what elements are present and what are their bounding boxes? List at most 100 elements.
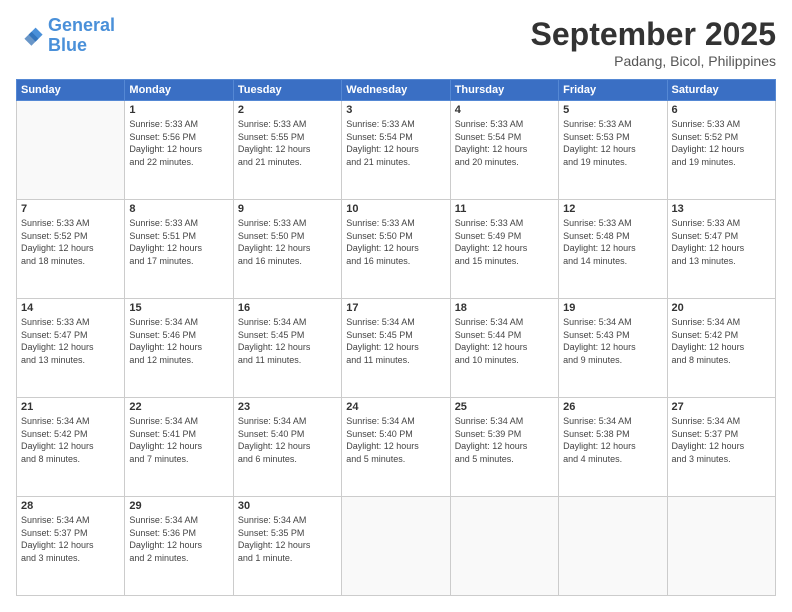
day-number: 20 — [672, 302, 771, 314]
week-row-3: 14Sunrise: 5:33 AM Sunset: 5:47 PM Dayli… — [17, 299, 776, 398]
calendar-cell: 3 Sunrise: 5:33 AM Sunset: 5:54 PM Daylig… — [342, 101, 450, 200]
day-number: 22 — [129, 401, 228, 413]
day-number: 24 — [346, 401, 445, 413]
day-info: Sunrise: 5:34 AM Sunset: 5:37 PM Dayligh… — [672, 415, 771, 465]
page: General Blue September 2025 Padang, Bico… — [0, 0, 792, 612]
day-info: Sunrise: 5:34 AM Sunset: 5:37 PM Dayligh… — [21, 514, 120, 564]
day-number: 5 — [563, 104, 662, 116]
calendar-cell: 27 Sunrise: 5:34 AM Sunset: 5:37 PM Dayli… — [667, 398, 775, 497]
weekday-header-sunday: Sunday — [17, 80, 125, 101]
day-info: Sunrise: 5:33 AM Sunset: 5:50 PM Dayligh… — [238, 217, 337, 267]
day-info: Sunrise: 5:34 AM Sunset: 5:36 PM Dayligh… — [129, 514, 228, 564]
day-info: Sunrise: 5:34 AM Sunset: 5:40 PM Dayligh… — [346, 415, 445, 465]
calendar-cell — [17, 101, 125, 200]
week-row-1: 1 Sunrise: 5:33 AM Sunset: 5:56 PM Daylig… — [17, 101, 776, 200]
month-title: September 2025 — [531, 16, 776, 53]
day-number: 2 — [238, 104, 337, 116]
day-info: Sunrise: 5:33 AM Sunset: 5:51 PM Dayligh… — [129, 217, 228, 267]
day-info: Sunrise: 5:34 AM Sunset: 5:42 PM Dayligh… — [672, 316, 771, 366]
day-number: 13 — [672, 203, 771, 215]
day-info: Sunrise: 5:34 AM Sunset: 5:46 PM Dayligh… — [129, 316, 228, 366]
header: General Blue September 2025 Padang, Bico… — [16, 16, 776, 69]
calendar-cell: 6Sunrise: 5:33 AM Sunset: 5:52 PM Daylig… — [667, 101, 775, 200]
week-row-5: 28 Sunrise: 5:34 AM Sunset: 5:37 PM Dayli… — [17, 497, 776, 596]
logo-general: General — [48, 15, 115, 35]
day-info: Sunrise: 5:33 AM Sunset: 5:56 PM Dayligh… — [129, 118, 228, 168]
title-block: September 2025 Padang, Bicol, Philippine… — [531, 16, 776, 69]
day-number: 23 — [238, 401, 337, 413]
day-number: 1 — [129, 104, 228, 116]
day-number: 4 — [455, 104, 554, 116]
location: Padang, Bicol, Philippines — [531, 53, 776, 69]
day-number: 8 — [129, 203, 228, 215]
calendar-cell: 20 Sunrise: 5:34 AM Sunset: 5:42 PM Dayli… — [667, 299, 775, 398]
day-number: 9 — [238, 203, 337, 215]
weekday-header-wednesday: Wednesday — [342, 80, 450, 101]
calendar-cell: 13 Sunrise: 5:33 AM Sunset: 5:47 PM Dayli… — [667, 200, 775, 299]
calendar-cell: 24 Sunrise: 5:34 AM Sunset: 5:40 PM Dayli… — [342, 398, 450, 497]
calendar-cell: 9 Sunrise: 5:33 AM Sunset: 5:50 PM Daylig… — [233, 200, 341, 299]
day-info: Sunrise: 5:34 AM Sunset: 5:45 PM Dayligh… — [238, 316, 337, 366]
weekday-header-row: SundayMondayTuesdayWednesdayThursdayFrid… — [17, 80, 776, 101]
day-info: Sunrise: 5:34 AM Sunset: 5:35 PM Dayligh… — [238, 514, 337, 564]
calendar-cell: 5 Sunrise: 5:33 AM Sunset: 5:53 PM Daylig… — [559, 101, 667, 200]
weekday-header-monday: Monday — [125, 80, 233, 101]
day-number: 16 — [238, 302, 337, 314]
day-number: 3 — [346, 104, 445, 116]
day-info: Sunrise: 5:34 AM Sunset: 5:42 PM Dayligh… — [21, 415, 120, 465]
day-info: Sunrise: 5:34 AM Sunset: 5:45 PM Dayligh… — [346, 316, 445, 366]
calendar-cell: 26 Sunrise: 5:34 AM Sunset: 5:38 PM Dayli… — [559, 398, 667, 497]
calendar-cell: 28 Sunrise: 5:34 AM Sunset: 5:37 PM Dayli… — [17, 497, 125, 596]
calendar-cell: 25 Sunrise: 5:34 AM Sunset: 5:39 PM Dayli… — [450, 398, 558, 497]
weekday-header-saturday: Saturday — [667, 80, 775, 101]
day-number: 10 — [346, 203, 445, 215]
calendar-cell: 8 Sunrise: 5:33 AM Sunset: 5:51 PM Daylig… — [125, 200, 233, 299]
calendar-cell: 29 Sunrise: 5:34 AM Sunset: 5:36 PM Dayli… — [125, 497, 233, 596]
day-info: Sunrise: 5:34 AM Sunset: 5:39 PM Dayligh… — [455, 415, 554, 465]
day-info: Sunrise: 5:33 AM Sunset: 5:55 PM Dayligh… — [238, 118, 337, 168]
weekday-header-friday: Friday — [559, 80, 667, 101]
day-number: 18 — [455, 302, 554, 314]
calendar-cell — [667, 497, 775, 596]
day-number: 26 — [563, 401, 662, 413]
week-row-2: 7Sunrise: 5:33 AM Sunset: 5:52 PM Daylig… — [17, 200, 776, 299]
day-info: Sunrise: 5:33 AM Sunset: 5:54 PM Dayligh… — [346, 118, 445, 168]
day-info: Sunrise: 5:33 AM Sunset: 5:47 PM Dayligh… — [672, 217, 771, 267]
logo: General Blue — [16, 16, 115, 56]
calendar-cell: 30Sunrise: 5:34 AM Sunset: 5:35 PM Dayli… — [233, 497, 341, 596]
day-info: Sunrise: 5:33 AM Sunset: 5:52 PM Dayligh… — [672, 118, 771, 168]
calendar-cell: 10 Sunrise: 5:33 AM Sunset: 5:50 PM Dayli… — [342, 200, 450, 299]
calendar-cell: 11Sunrise: 5:33 AM Sunset: 5:49 PM Dayli… — [450, 200, 558, 299]
day-number: 19 — [563, 302, 662, 314]
day-info: Sunrise: 5:33 AM Sunset: 5:53 PM Dayligh… — [563, 118, 662, 168]
calendar-cell — [559, 497, 667, 596]
week-row-4: 21Sunrise: 5:34 AM Sunset: 5:42 PM Dayli… — [17, 398, 776, 497]
calendar-cell — [450, 497, 558, 596]
day-number: 28 — [21, 500, 120, 512]
calendar-cell: 22 Sunrise: 5:34 AM Sunset: 5:41 PM Dayli… — [125, 398, 233, 497]
calendar-cell: 19 Sunrise: 5:34 AM Sunset: 5:43 PM Dayli… — [559, 299, 667, 398]
calendar-cell: 4Sunrise: 5:33 AM Sunset: 5:54 PM Daylig… — [450, 101, 558, 200]
calendar-cell: 2 Sunrise: 5:33 AM Sunset: 5:55 PM Daylig… — [233, 101, 341, 200]
day-info: Sunrise: 5:33 AM Sunset: 5:49 PM Dayligh… — [455, 217, 554, 267]
logo-icon — [16, 22, 44, 50]
calendar-cell: 23Sunrise: 5:34 AM Sunset: 5:40 PM Dayli… — [233, 398, 341, 497]
calendar-cell: 15Sunrise: 5:34 AM Sunset: 5:46 PM Dayli… — [125, 299, 233, 398]
day-number: 29 — [129, 500, 228, 512]
day-info: Sunrise: 5:33 AM Sunset: 5:48 PM Dayligh… — [563, 217, 662, 267]
day-info: Sunrise: 5:33 AM Sunset: 5:50 PM Dayligh… — [346, 217, 445, 267]
day-info: Sunrise: 5:34 AM Sunset: 5:41 PM Dayligh… — [129, 415, 228, 465]
day-number: 25 — [455, 401, 554, 413]
logo-text: General Blue — [48, 16, 115, 56]
calendar-cell: 7Sunrise: 5:33 AM Sunset: 5:52 PM Daylig… — [17, 200, 125, 299]
day-number: 27 — [672, 401, 771, 413]
day-number: 7 — [21, 203, 120, 215]
calendar-table: SundayMondayTuesdayWednesdayThursdayFrid… — [16, 79, 776, 596]
day-info: Sunrise: 5:34 AM Sunset: 5:38 PM Dayligh… — [563, 415, 662, 465]
calendar-cell: 18Sunrise: 5:34 AM Sunset: 5:44 PM Dayli… — [450, 299, 558, 398]
day-info: Sunrise: 5:34 AM Sunset: 5:43 PM Dayligh… — [563, 316, 662, 366]
day-number: 17 — [346, 302, 445, 314]
weekday-header-thursday: Thursday — [450, 80, 558, 101]
calendar-cell — [342, 497, 450, 596]
logo-blue: Blue — [48, 35, 87, 55]
